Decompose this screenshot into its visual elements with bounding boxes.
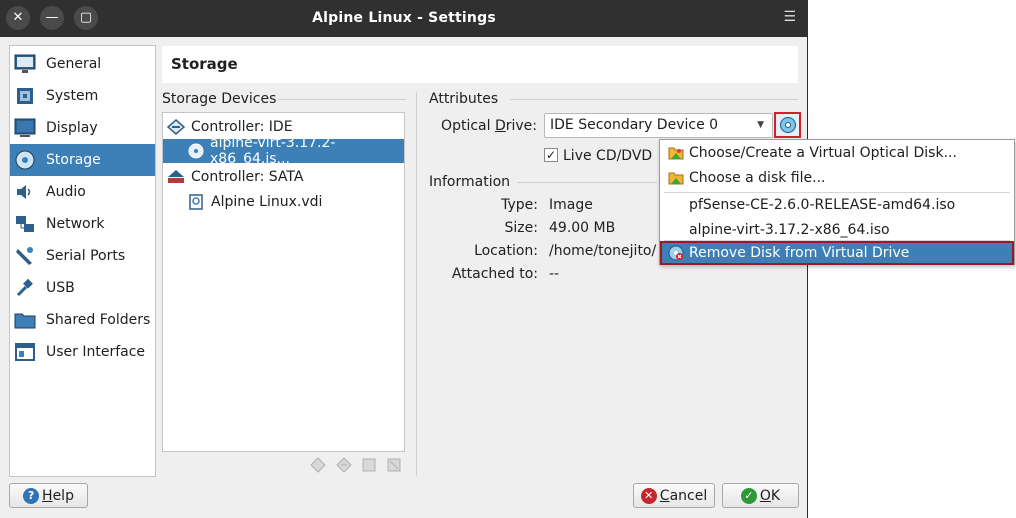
sidebar-item-serial-ports[interactable]: Serial Ports (10, 240, 155, 272)
sidebar-item-usb[interactable]: USB (10, 272, 155, 304)
window-title: Alpine Linux - Settings (312, 10, 496, 26)
storage-devices-title: Storage Devices (162, 91, 277, 107)
sidebar-item-label: General (46, 56, 102, 72)
location-label: Location: (474, 243, 538, 259)
ok-label: OK (759, 487, 781, 504)
sata-controller-icon (167, 168, 185, 186)
shared-folders-icon (14, 309, 36, 331)
information-title: Information (429, 174, 511, 190)
menu-item-pfsense-iso[interactable]: pfSense-CE-2.6.0-RELEASE-amd64.iso (660, 193, 1014, 217)
network-icon (14, 213, 36, 235)
menu-item-label: Choose/Create a Virtual Optical Disk... (689, 145, 957, 161)
attached-to-label: Attached to: (451, 266, 538, 282)
chevron-down-icon: ▼ (757, 120, 764, 130)
tree-item-optical-disc[interactable]: alpine-virt-3.17.2-x86_64.is... (163, 135, 404, 167)
user-interface-icon (14, 341, 36, 363)
sidebar-item-audio[interactable]: Audio (10, 176, 155, 208)
general-icon (14, 53, 36, 75)
remove-controller-icon[interactable] (336, 457, 352, 473)
optical-disc-icon (187, 142, 204, 160)
sidebar-item-display[interactable]: Display (10, 112, 155, 144)
hard-disk-icon (187, 193, 205, 211)
sidebar-item-user-interface[interactable]: User Interface (10, 336, 155, 368)
settings-sidebar: General System Display Storage Audio Net… (9, 45, 156, 477)
optical-disk-menu: Choose/Create a Virtual Optical Disk... … (659, 139, 1015, 265)
window-menu-button[interactable]: ☰ (783, 9, 796, 25)
menu-item-choose-disk-file[interactable]: Choose a disk file... (660, 166, 1014, 190)
section-divider (517, 182, 657, 183)
folder-icon (667, 169, 685, 187)
help-icon: ? (23, 487, 40, 504)
tree-item-label: Alpine Linux.vdi (211, 194, 323, 210)
audio-icon (14, 181, 36, 203)
sidebar-item-network[interactable]: Network (10, 208, 155, 240)
menu-item-choose-create-disk[interactable]: Choose/Create a Virtual Optical Disk... (660, 141, 1014, 165)
sidebar-item-shared-folders[interactable]: Shared Folders (10, 304, 155, 336)
remove-attachment-icon[interactable] (386, 457, 402, 473)
tree-item-label: alpine-virt-3.17.2-x86_64.is... (210, 135, 336, 167)
optical-drive-select[interactable]: IDE Secondary Device 0 ▼ (544, 113, 773, 138)
size-label: Size: (504, 220, 538, 236)
folder-icon (667, 144, 685, 162)
help-button[interactable]: ? Help (9, 483, 88, 508)
sidebar-item-label: Network (46, 216, 105, 232)
menu-item-remove-disk[interactable]: Remove Disk from Virtual Drive (660, 241, 1014, 265)
sidebar-item-label: System (46, 88, 99, 104)
ok-button[interactable]: ✓ OK (722, 483, 799, 508)
location-value: /home/tonejito/ (549, 243, 657, 259)
sidebar-item-label: Audio (46, 184, 86, 200)
type-label: Type: (501, 197, 538, 213)
cancel-label: Cancel (659, 487, 708, 504)
sidebar-item-label: User Interface (46, 344, 146, 360)
attributes-title: Attributes (429, 91, 499, 107)
menu-item-label: alpine-virt-3.17.2-x86_64.iso (689, 222, 890, 238)
sidebar-item-label: Display (46, 120, 98, 136)
display-icon (14, 117, 36, 139)
menu-item-alpine-iso[interactable]: alpine-virt-3.17.2-x86_64.iso (660, 218, 1014, 242)
page-header: Storage (162, 46, 798, 83)
size-value: 49.00 MB (549, 220, 616, 236)
attached-to-value: -- (549, 266, 560, 282)
panel-divider (416, 92, 417, 476)
usb-icon (14, 277, 36, 299)
cancel-icon: ✕ (640, 487, 657, 504)
storage-tree: Controller: IDE alpine-virt-3.17.2-x86_6… (162, 112, 405, 452)
storage-icon (14, 149, 36, 171)
tree-item-sata-controller[interactable]: Controller: SATA (163, 165, 408, 189)
sidebar-item-label: Serial Ports (46, 248, 126, 264)
sidebar-item-system[interactable]: System (10, 80, 155, 112)
live-cd-checkbox[interactable]: ✓ (544, 148, 558, 162)
tree-item-label: Controller: IDE (191, 119, 293, 135)
optical-drive-value: IDE Secondary Device 0 (550, 117, 719, 133)
type-value: Image (549, 197, 593, 213)
sidebar-item-label: Shared Folders (46, 312, 151, 328)
cancel-button[interactable]: ✕ Cancel (633, 483, 715, 508)
ok-icon: ✓ (740, 487, 757, 504)
sidebar-item-storage[interactable]: Storage (10, 144, 155, 176)
section-divider (278, 99, 406, 100)
menu-item-label: pfSense-CE-2.6.0-RELEASE-amd64.iso (689, 197, 956, 213)
add-controller-icon[interactable] (310, 457, 326, 473)
sidebar-item-label: USB (46, 280, 75, 296)
page-title: Storage (171, 55, 238, 73)
live-cd-label: Live CD/DVD (563, 148, 653, 164)
tree-item-label: Controller: SATA (191, 169, 304, 185)
title-bar: ✕ — ▢ Alpine Linux - Settings ☰ (0, 0, 808, 37)
serial-ports-icon (14, 245, 36, 267)
optical-disc-icon (779, 117, 796, 133)
section-divider (510, 99, 798, 100)
optical-drive-label: Optical Drive: (441, 118, 537, 134)
choose-disk-button[interactable] (774, 112, 801, 138)
sidebar-item-general[interactable]: General (10, 48, 155, 80)
hamburger-icon: ☰ (783, 9, 796, 25)
system-icon (14, 85, 36, 107)
sidebar-item-label: Storage (46, 152, 101, 168)
menu-item-label: Remove Disk from Virtual Drive (689, 245, 910, 261)
help-label: Help (42, 487, 74, 504)
ide-controller-icon (167, 118, 185, 136)
remove-disk-icon (667, 244, 685, 262)
menu-item-label: Choose a disk file... (689, 170, 826, 186)
add-attachment-icon[interactable] (361, 457, 377, 473)
tree-item-hard-disk[interactable]: Alpine Linux.vdi (163, 190, 404, 214)
